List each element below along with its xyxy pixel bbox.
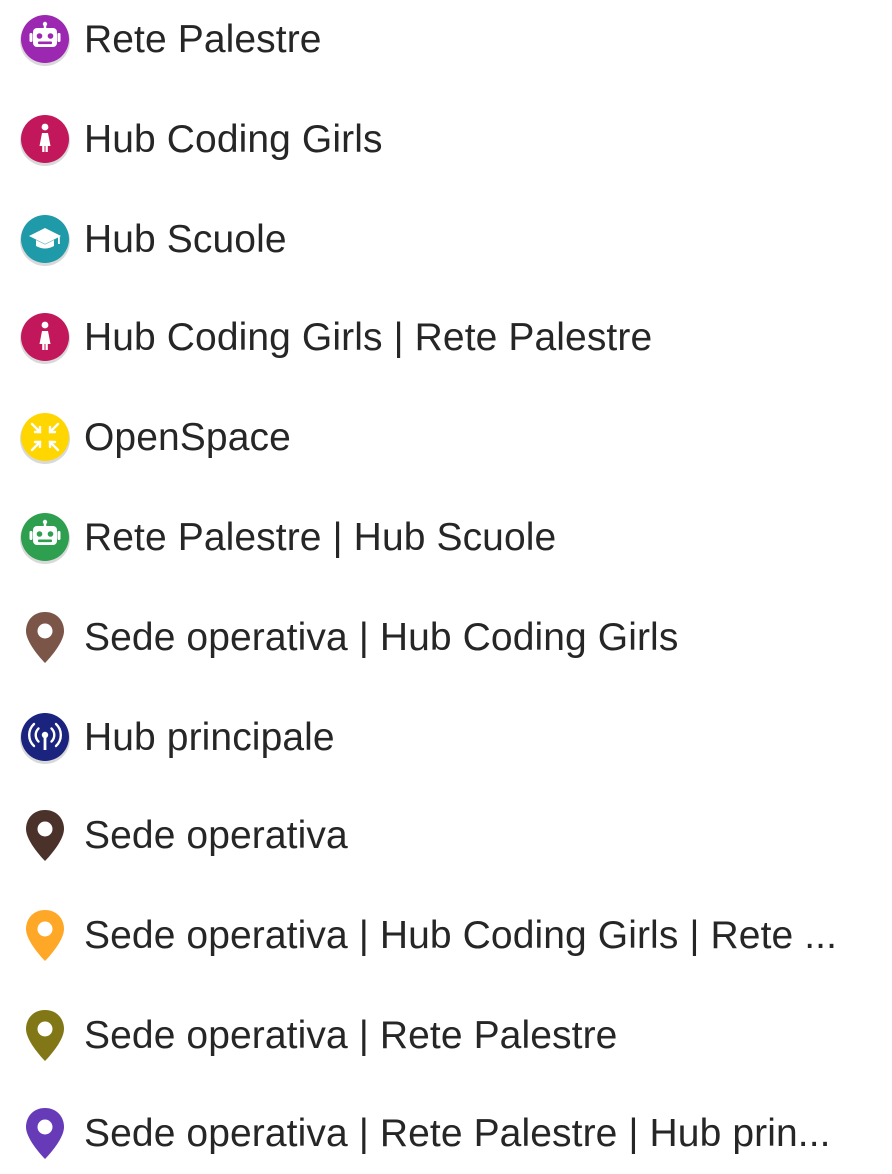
legend-label: Sede operativa | Hub Coding Girls (84, 616, 679, 659)
legend-item[interactable]: Rete Palestre (0, 0, 892, 80)
legend-item[interactable]: Rete Palestre | Hub Scuole (0, 498, 892, 578)
map-pin-icon (18, 1009, 72, 1063)
legend-item[interactable]: Hub principale (0, 698, 892, 778)
legend-label: Rete Palestre | Hub Scuole (84, 516, 557, 559)
legend-label: Hub Coding Girls | Rete Palestre (84, 316, 653, 359)
legend-item[interactable]: Sede operativa | Hub Coding Girls | Rete… (0, 896, 892, 976)
legend-label: Sede operativa (84, 814, 348, 857)
legend-item[interactable]: Sede operativa (0, 796, 892, 876)
graduation-cap-icon (18, 213, 72, 267)
map-pin-icon (18, 611, 72, 665)
legend-item[interactable]: Sede operativa | Rete Palestre | Hub pri… (0, 1094, 892, 1174)
legend-item[interactable]: Sede operativa | Hub Coding Girls (0, 598, 892, 678)
legend-label: Hub Coding Girls (84, 118, 383, 161)
legend-label: Hub Scuole (84, 218, 287, 261)
compress-arrows-icon (18, 411, 72, 465)
legend-label: Sede operativa | Hub Coding Girls | Rete… (84, 914, 838, 957)
legend-item[interactable]: Hub Scuole (0, 200, 892, 280)
map-pin-icon (18, 809, 72, 863)
legend-item[interactable]: OpenSpace (0, 398, 892, 478)
legend-label: Hub principale (84, 716, 335, 759)
broadcast-antenna-icon (18, 711, 72, 765)
map-legend: Rete Palestre Hub Coding Girls Hub Scuol… (0, 0, 892, 1159)
legend-item[interactable]: Sede operativa | Rete Palestre (0, 996, 892, 1076)
legend-item[interactable]: Hub Coding Girls | Rete Palestre (0, 298, 892, 378)
legend-label: Sede operativa | Rete Palestre (84, 1014, 618, 1057)
robot-icon (18, 511, 72, 565)
girl-icon (18, 113, 72, 167)
legend-label: Sede operativa | Rete Palestre | Hub pri… (84, 1112, 831, 1155)
map-pin-icon (18, 1107, 72, 1161)
legend-item[interactable]: Hub Coding Girls (0, 100, 892, 180)
legend-label: Rete Palestre (84, 18, 322, 61)
legend-label: OpenSpace (84, 416, 291, 459)
robot-icon (18, 13, 72, 67)
girl-icon (18, 311, 72, 365)
map-pin-icon (18, 909, 72, 963)
